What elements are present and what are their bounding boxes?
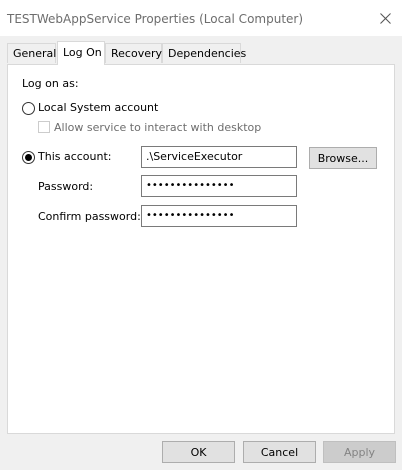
tab-recovery[interactable]: Recovery bbox=[105, 43, 162, 63]
confirm-password-label: Confirm password: bbox=[38, 210, 141, 223]
close-icon bbox=[379, 12, 391, 24]
log-on-panel: Log on as: Local System account Allow se… bbox=[7, 64, 395, 434]
cancel-button[interactable]: Cancel bbox=[243, 441, 316, 463]
browse-button[interactable]: Browse... bbox=[309, 147, 377, 169]
confirm-password-input[interactable]: ••••••••••••••• bbox=[141, 205, 297, 227]
ok-button[interactable]: OK bbox=[162, 441, 235, 463]
interact-desktop-label: Allow service to interact with desktop bbox=[54, 121, 262, 134]
radio-selected-dot bbox=[25, 154, 32, 161]
password-input[interactable]: ••••••••••••••• bbox=[141, 175, 297, 197]
this-account-label[interactable]: This account: bbox=[38, 150, 112, 163]
interact-desktop-checkbox[interactable] bbox=[38, 121, 50, 133]
tab-dependencies[interactable]: Dependencies bbox=[162, 43, 246, 63]
account-input[interactable]: .\ServiceExecutor bbox=[141, 146, 297, 168]
tab-general[interactable]: General bbox=[7, 43, 56, 63]
password-label: Password: bbox=[38, 180, 94, 193]
close-button[interactable] bbox=[370, 4, 400, 32]
window-title: TESTWebAppService Properties (Local Comp… bbox=[7, 12, 304, 26]
apply-button[interactable]: Apply bbox=[323, 441, 396, 463]
tab-log-on[interactable]: Log On bbox=[57, 41, 105, 65]
title-bar: TESTWebAppService Properties (Local Comp… bbox=[0, 0, 402, 36]
local-system-label[interactable]: Local System account bbox=[38, 101, 158, 114]
local-system-radio[interactable] bbox=[22, 102, 35, 115]
this-account-radio[interactable] bbox=[22, 151, 35, 164]
log-on-as-heading: Log on as: bbox=[22, 77, 79, 90]
